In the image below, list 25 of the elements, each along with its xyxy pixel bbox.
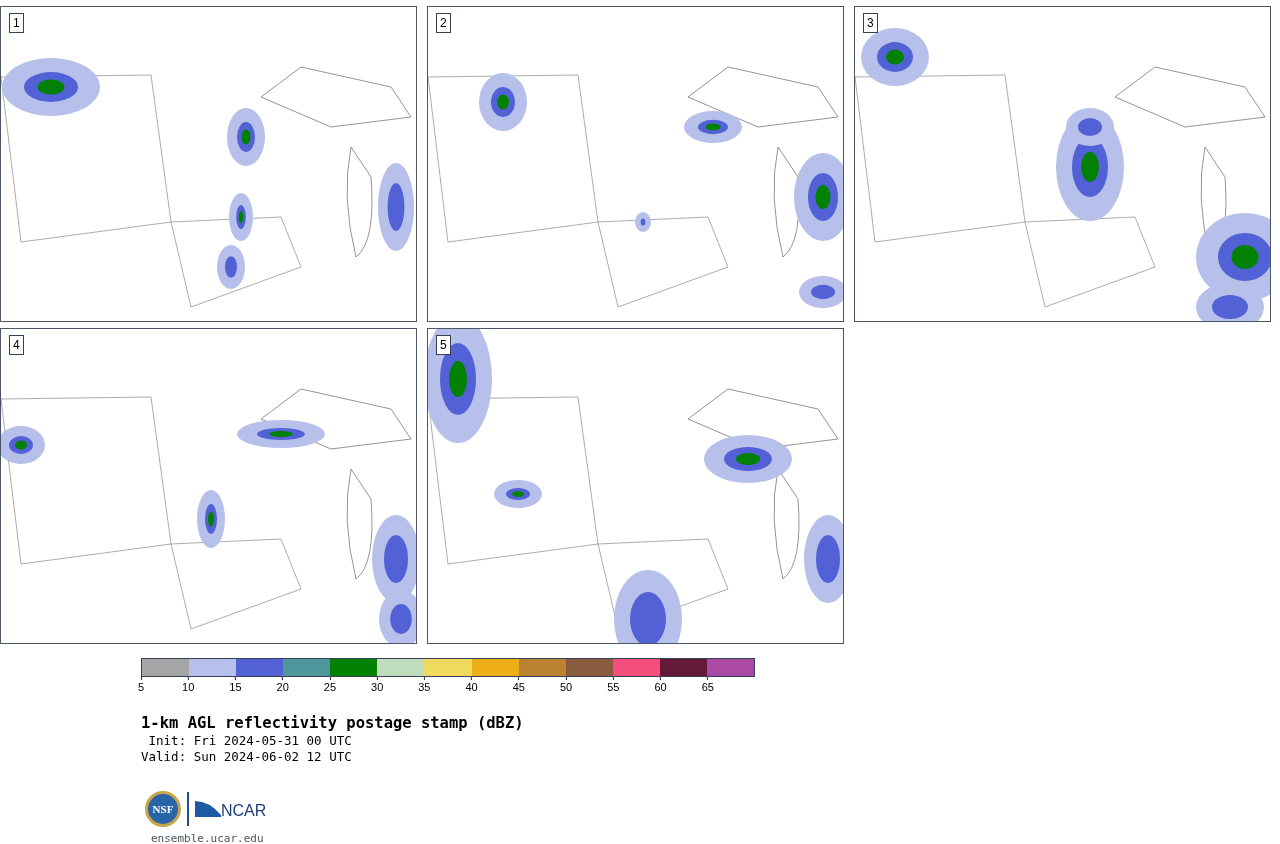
panel-number: 5 <box>436 335 451 355</box>
panel-number: 3 <box>863 13 878 33</box>
tick-label: 55 <box>607 680 620 694</box>
panel-number: 4 <box>9 335 24 355</box>
tick-label: 10 <box>182 680 195 694</box>
tick-label: 20 <box>276 680 289 694</box>
tick-label: 5 <box>137 680 145 694</box>
nsf-logo: NSF <box>145 791 181 827</box>
tick-label: 30 <box>371 680 384 694</box>
panel-number: 2 <box>436 13 451 33</box>
tick-label: 65 <box>701 680 714 694</box>
ncar-logo-text: NCAR <box>221 803 267 819</box>
tick-label: 45 <box>512 680 525 694</box>
tick-label: 40 <box>465 680 478 694</box>
chart-title: 1-km AGL reflectivity postage stamp (dBZ) <box>141 713 525 733</box>
valid-time-text: Valid: Sun 2024-06-02 12 UTC <box>141 749 353 765</box>
tick-label: 25 <box>323 680 337 694</box>
tick-label: 50 <box>559 680 573 694</box>
tick-label: 15 <box>229 680 242 694</box>
website-url: ensemble.ucar.edu <box>150 831 265 844</box>
tick-label: 35 <box>418 680 431 694</box>
init-time-text: Init: Fri 2024-05-31 00 UTC <box>147 733 353 749</box>
panel-number: 1 <box>9 13 24 33</box>
tick-label: 60 <box>654 680 667 694</box>
ncar-swoosh-icon <box>195 799 221 819</box>
